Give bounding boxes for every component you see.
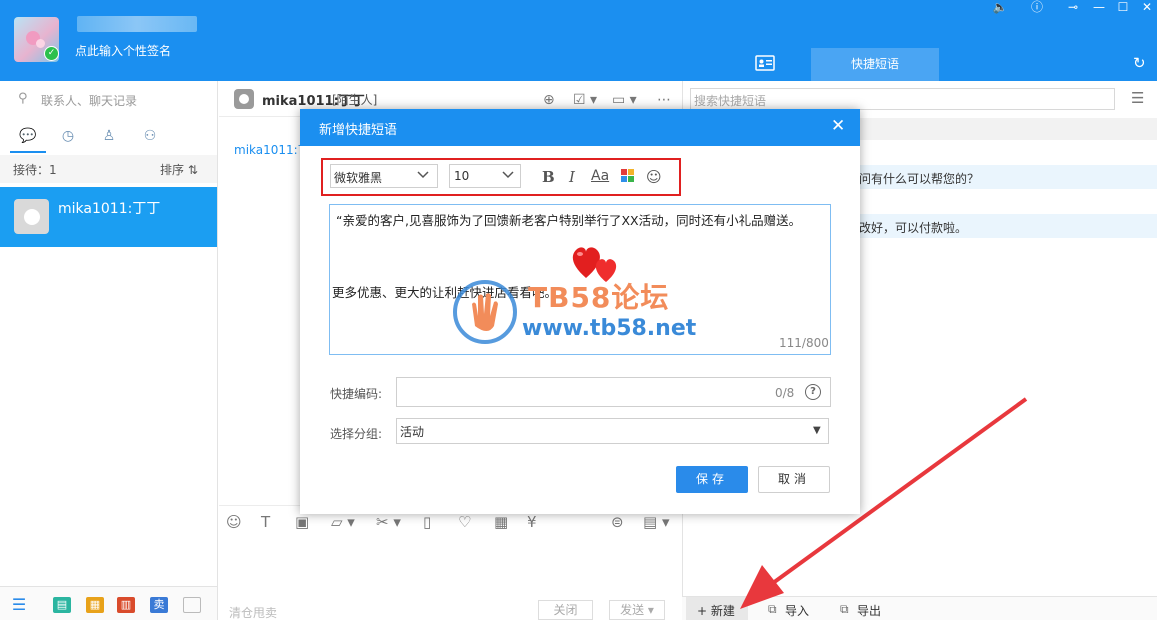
- coupon-icon[interactable]: ¥: [527, 513, 537, 531]
- video-icon[interactable]: ▭ ▾: [612, 92, 637, 108]
- id-card-icon: [755, 55, 775, 71]
- recent-nav-icon[interactable]: ◷: [58, 126, 78, 146]
- chat-avatar: [234, 89, 254, 109]
- help-icon[interactable]: ?: [805, 384, 821, 400]
- shortcut-code-label: 快捷编码:: [330, 387, 383, 401]
- chat-message-sender: mika1011:丁: [234, 143, 310, 157]
- emoji-icon[interactable]: ☺: [226, 513, 242, 531]
- online-status-icon: ✓: [44, 46, 59, 61]
- input-text-hint[interactable]: 清仓甩卖: [229, 604, 277, 620]
- stranger-tag: [陌生人]: [332, 93, 378, 107]
- heart-icon[interactable]: ♡: [458, 513, 471, 531]
- shop-icon[interactable]: ▥: [117, 597, 135, 613]
- reception-count: 接待：1: [13, 163, 57, 177]
- contact-name: mika1011:丁丁: [58, 201, 161, 217]
- app-icon-1[interactable]: ▤: [53, 597, 71, 613]
- content-char-count: 111/800: [779, 336, 829, 350]
- cancel-button[interactable]: 取消: [758, 466, 830, 493]
- tab-quick-phrases[interactable]: 快捷短语: [811, 48, 939, 81]
- search-icon: ⚲: [18, 91, 28, 106]
- send-button[interactable]: 发送 ▾: [609, 600, 665, 620]
- minimize-icon[interactable]: —: [1089, 0, 1109, 14]
- group-select-value: 活动: [400, 425, 425, 439]
- watermark-text: TB58论坛: [528, 281, 670, 314]
- calculator-icon[interactable]: ▦: [494, 513, 508, 531]
- contact-nav-icon[interactable]: ♙: [99, 126, 119, 146]
- close-window-icon[interactable]: ✕: [1137, 0, 1157, 14]
- sell-icon[interactable]: 卖: [150, 597, 168, 613]
- layout-icon[interactable]: [183, 597, 201, 613]
- nickname-blurred: [77, 16, 197, 32]
- group-select[interactable]: [396, 418, 829, 444]
- shortcut-code-input[interactable]: [396, 377, 831, 407]
- sort-button[interactable]: 排序 ⇅: [160, 161, 198, 178]
- menu-icon[interactable]: ☰: [10, 597, 28, 613]
- editor-text-line: “亲爱的客户,见喜服饰为了回馈新老客户特别举行了XX活动，同时还有小礼品赠送。: [336, 213, 802, 228]
- help-icon[interactable]: ⓘ: [1027, 0, 1047, 14]
- add-contact-icon[interactable]: ⊕: [543, 92, 555, 108]
- close-chat-button[interactable]: 关闭: [538, 600, 593, 620]
- message-icon[interactable]: ⊜: [611, 513, 624, 531]
- refresh-icon[interactable]: ↻: [1133, 54, 1146, 72]
- vibrate-icon[interactable]: ▯: [423, 513, 431, 531]
- watermark-url: www.tb58.net: [522, 316, 697, 341]
- phrase-text: 问有什么可以帮您的？: [859, 172, 980, 186]
- image-icon[interactable]: ▣: [295, 513, 309, 531]
- folder-icon[interactable]: ▱ ▾: [331, 513, 355, 531]
- pin-icon[interactable]: ⊸: [1063, 0, 1083, 14]
- text-format-icon[interactable]: T: [261, 513, 270, 531]
- nav-active-indicator: [10, 151, 46, 153]
- history-icon[interactable]: ▤ ▾: [643, 513, 669, 531]
- contact-avatar: [14, 199, 49, 234]
- maximize-icon[interactable]: ☐: [1113, 0, 1133, 14]
- contact-search-placeholder: 联系人、聊天记录: [41, 94, 138, 108]
- signature-text[interactable]: 点此输入个性签名: [75, 42, 171, 59]
- dialog-close-icon[interactable]: ✕: [831, 116, 845, 136]
- dialog-title: 新增快捷短语: [319, 123, 398, 138]
- scissors-icon[interactable]: ✂ ▾: [376, 513, 401, 531]
- more-icon[interactable]: ⋯: [657, 92, 671, 108]
- task-icon[interactable]: ☑ ▾: [573, 92, 597, 108]
- chat-nav-icon[interactable]: 💬: [18, 126, 38, 146]
- group-select-label: 选择分组:: [330, 427, 383, 441]
- speaker-icon[interactable]: 🔈: [990, 0, 1010, 14]
- top-bar: [0, 0, 1157, 81]
- phrase-search-placeholder: 搜索快捷短语: [694, 94, 767, 108]
- phrase-text: 改好，可以付款啦。: [859, 221, 968, 235]
- group-nav-icon[interactable]: ⚇: [140, 126, 160, 146]
- toolbar-highlight-box: [321, 158, 681, 196]
- caret-down-icon: ▼: [813, 425, 821, 436]
- shortcut-code-count: 0/8: [775, 386, 795, 400]
- save-button[interactable]: 保存: [676, 466, 748, 493]
- contact-search[interactable]: ⚲ 联系人、聊天记录: [0, 81, 218, 117]
- list-menu-icon[interactable]: ☰: [1131, 89, 1144, 107]
- tab-profile[interactable]: [720, 48, 810, 81]
- app-icon-2[interactable]: ▦: [86, 597, 104, 613]
